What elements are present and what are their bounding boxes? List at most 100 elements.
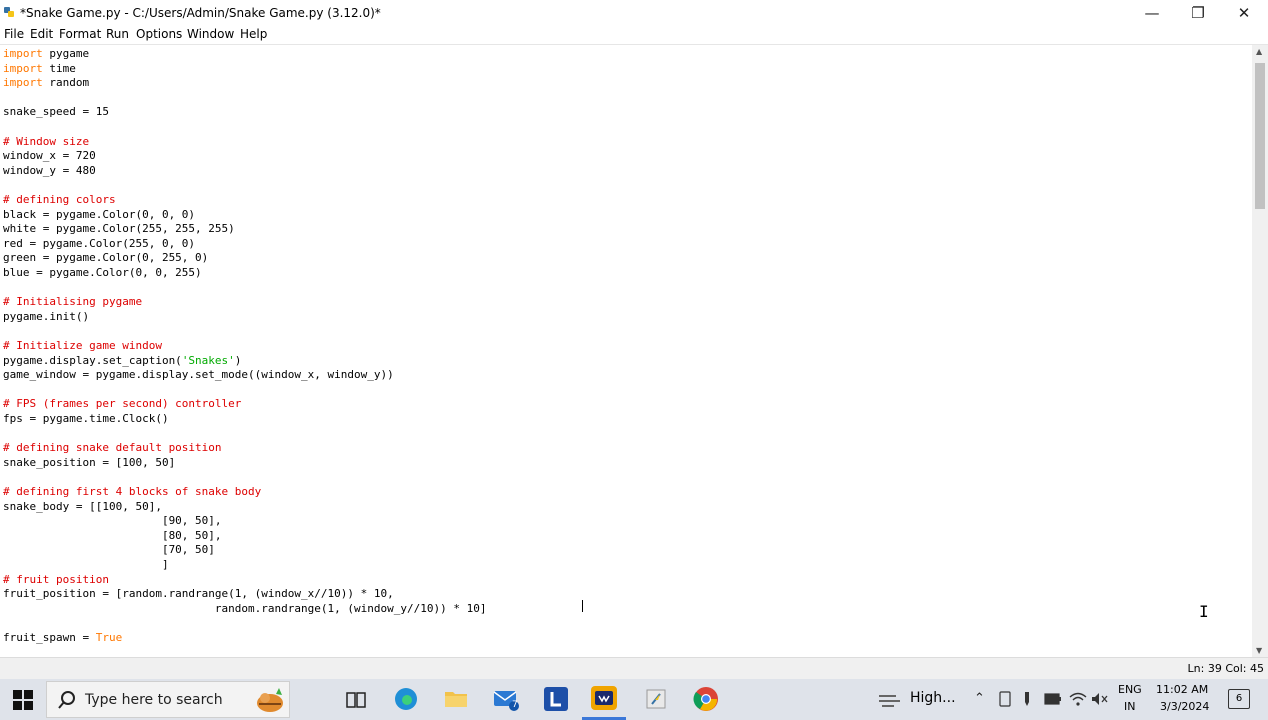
menu-run[interactable]: Run bbox=[106, 27, 129, 41]
restore-button[interactable]: ❐ bbox=[1175, 0, 1221, 26]
code-token: # defining snake default position bbox=[3, 441, 222, 455]
notifications-button[interactable]: 6 bbox=[1228, 689, 1250, 709]
code-token: black = pygame.Color(0, 0, 0) bbox=[3, 207, 196, 221]
weather-text[interactable]: High... bbox=[910, 690, 956, 706]
cursor-position: Ln: 39 Col: 45 bbox=[1187, 662, 1264, 675]
code-token: ) bbox=[234, 353, 242, 367]
taskbar-app-l[interactable] bbox=[534, 679, 578, 720]
mail-badge: 7 bbox=[512, 700, 518, 710]
code-line: # defining first 4 blocks of snake body bbox=[3, 485, 261, 499]
code-token: # Window size bbox=[3, 134, 90, 148]
code-token: pygame.init() bbox=[3, 309, 90, 323]
taskbar-search[interactable]: Type here to search bbox=[46, 681, 290, 718]
code-token: game_window = pygame.display.set_mode((w… bbox=[3, 368, 394, 382]
edge-icon bbox=[395, 688, 417, 710]
ibeam-cursor-icon: I bbox=[1199, 602, 1209, 621]
code-token: # fruit position bbox=[3, 572, 109, 586]
code-token: # defining first 4 blocks of snake body bbox=[3, 485, 262, 498]
code-token: 'Snakes' bbox=[181, 353, 235, 367]
code-line: blue = pygame.Color(0, 0, 255) bbox=[3, 266, 202, 280]
menu-edit[interactable]: Edit bbox=[30, 27, 53, 41]
taskbar-file-explorer[interactable] bbox=[434, 679, 478, 720]
menu-options[interactable]: Options bbox=[136, 27, 182, 41]
close-button[interactable]: ✕ bbox=[1221, 0, 1267, 26]
code-line: # Initialize game window bbox=[3, 339, 162, 353]
taskbar-chrome[interactable] bbox=[684, 679, 728, 720]
pen-icon[interactable] bbox=[1022, 691, 1032, 707]
code-token: red = pygame.Color(255, 0, 0) bbox=[3, 236, 196, 250]
scroll-down-arrow-icon[interactable]: ▼ bbox=[1256, 646, 1262, 655]
wifi-icon[interactable] bbox=[1069, 692, 1087, 706]
minimize-button[interactable]: — bbox=[1129, 0, 1175, 26]
code-token: snake_position = [100, 50] bbox=[3, 455, 176, 469]
windows-logo-icon bbox=[13, 690, 33, 710]
task-view-button[interactable] bbox=[334, 679, 378, 720]
code-line: window_x = 720 bbox=[3, 149, 96, 163]
code-token: import bbox=[3, 76, 43, 90]
code-token: fps = pygame.time.Clock() bbox=[3, 412, 169, 425]
code-token: snake_body = [[100, 50], bbox=[3, 499, 162, 513]
taskbar-idle[interactable] bbox=[634, 679, 678, 720]
code-line: # Initialising pygame bbox=[3, 295, 142, 309]
code-token: # Initialising pygame bbox=[3, 295, 143, 309]
code-line: [90, 50], bbox=[3, 514, 222, 528]
code-line: # fruit position bbox=[3, 573, 109, 587]
code-token: fruit_position = [random.randrange(1, (w… bbox=[3, 587, 394, 601]
code-line: red = pygame.Color(255, 0, 0) bbox=[3, 237, 195, 251]
code-line: # defining colors bbox=[3, 193, 116, 207]
taskbar-app-active[interactable] bbox=[582, 679, 626, 720]
start-button[interactable] bbox=[8, 679, 38, 720]
menu-file[interactable]: File bbox=[4, 27, 24, 41]
tablet-icon[interactable] bbox=[999, 691, 1011, 707]
language-indicator[interactable]: ENG bbox=[1118, 683, 1142, 696]
code-token: blue = pygame.Color(0, 0, 255) bbox=[3, 266, 202, 279]
show-hidden-icons-chevron-icon[interactable]: ⌃ bbox=[974, 691, 985, 706]
code-line: white = pygame.Color(255, 255, 255) bbox=[3, 222, 235, 236]
clock-date[interactable]: 3/3/2024 bbox=[1160, 700, 1209, 713]
weather-wind-icon[interactable] bbox=[878, 692, 904, 708]
code-token: pygame bbox=[42, 47, 90, 60]
code-token: import bbox=[3, 47, 43, 60]
code-line: fps = pygame.time.Clock() bbox=[3, 412, 169, 426]
code-token: window_x = 720 bbox=[3, 149, 96, 163]
code-token: window_y = 480 bbox=[3, 163, 96, 177]
taskbar-edge[interactable] bbox=[384, 679, 428, 720]
volume-icon[interactable] bbox=[1091, 692, 1109, 706]
vertical-scrollbar[interactable]: ▲ ▼ bbox=[1252, 45, 1268, 657]
status-bar: Ln: 39 Col: 45 bbox=[0, 657, 1268, 679]
search-placeholder: Type here to search bbox=[85, 692, 223, 708]
code-line: ] bbox=[3, 558, 169, 572]
window-title: *Snake Game.py - C:/Users/Admin/Snake Ga… bbox=[20, 6, 381, 20]
code-token: [70, 50] bbox=[3, 543, 215, 557]
taskbar-mail[interactable]: 7 bbox=[484, 679, 528, 720]
app-window-icon bbox=[591, 686, 617, 710]
search-icon bbox=[58, 691, 75, 709]
code-line: green = pygame.Color(0, 255, 0) bbox=[3, 251, 208, 265]
search-highlight-tiger-icon bbox=[257, 688, 283, 712]
code-line: black = pygame.Color(0, 0, 0) bbox=[3, 208, 195, 222]
code-token: [90, 50], bbox=[3, 514, 222, 528]
menu-format[interactable]: Format bbox=[59, 27, 101, 41]
code-line: # Window size bbox=[3, 135, 89, 149]
code-line: pygame.init() bbox=[3, 310, 89, 324]
scroll-up-arrow-icon[interactable]: ▲ bbox=[1256, 47, 1262, 56]
text-cursor bbox=[582, 600, 583, 612]
task-view-icon bbox=[346, 692, 366, 708]
battery-icon[interactable] bbox=[1044, 693, 1062, 705]
code-line: window_y = 480 bbox=[3, 164, 96, 178]
title-bar: *Snake Game.py - C:/Users/Admin/Snake Ga… bbox=[0, 0, 1268, 26]
folder-icon bbox=[445, 692, 467, 707]
code-line: import pygame bbox=[3, 47, 89, 61]
code-token: # Initialize game window bbox=[3, 339, 162, 352]
clock-time[interactable]: 11:02 AM bbox=[1156, 683, 1208, 696]
language-region[interactable]: IN bbox=[1124, 700, 1135, 713]
code-token: import bbox=[3, 61, 43, 75]
code-token: green = pygame.Color(0, 255, 0) bbox=[3, 251, 209, 265]
code-token: [80, 50], bbox=[3, 528, 222, 542]
menu-help[interactable]: Help bbox=[240, 27, 267, 41]
scrollbar-thumb[interactable] bbox=[1255, 63, 1265, 209]
python-feather-icon bbox=[646, 689, 666, 709]
menu-window[interactable]: Window bbox=[187, 27, 234, 41]
python-idle-icon bbox=[4, 7, 14, 17]
code-editor[interactable]: import pygame import time import random sna… bbox=[0, 45, 1252, 657]
